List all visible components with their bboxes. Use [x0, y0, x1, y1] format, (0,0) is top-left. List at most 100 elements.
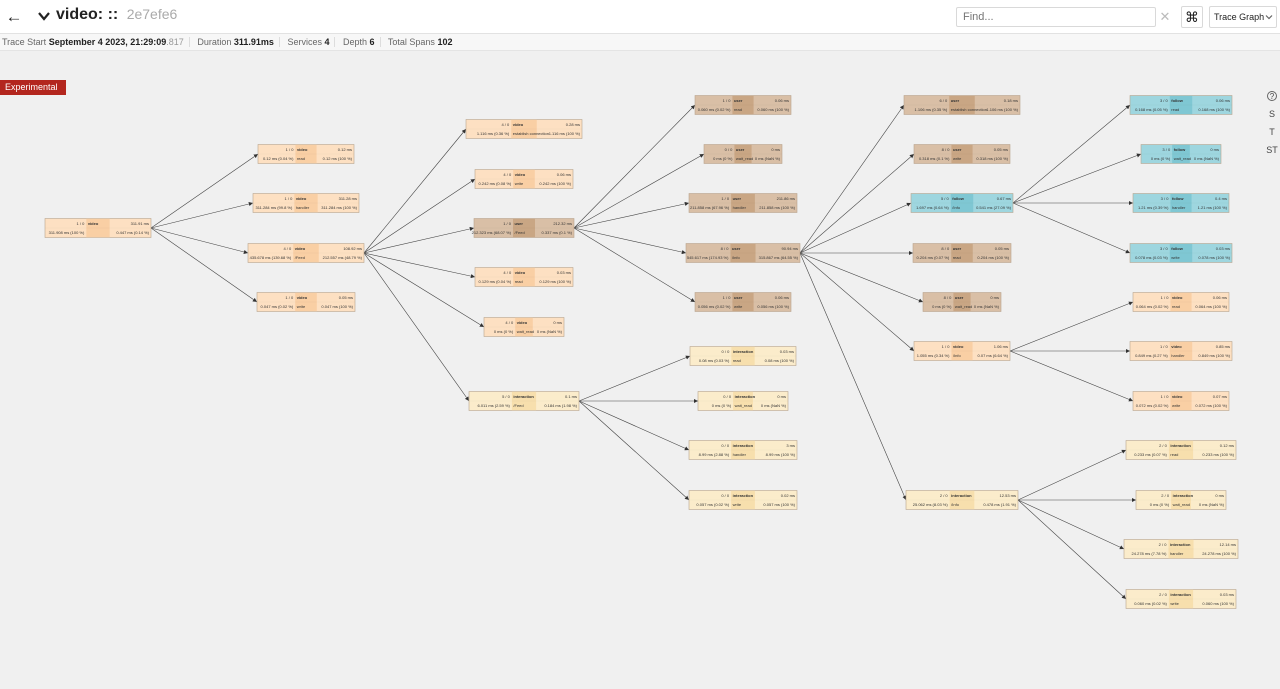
graph-edge [1012, 104, 1131, 204]
span-node-user[interactable]: 8 / 0 user 0.05 ms 0.318 ms (0.1 %) write 0.3… [913, 144, 1011, 164]
span-node-interaction[interactable]: 2 / 0 interaction 0.03 ms 0.060 ms (0.02 %)… [1125, 589, 1237, 609]
graph-edge [573, 227, 696, 303]
graph-edge [363, 252, 485, 328]
span-operation: write [1170, 601, 1179, 606]
trace-graph[interactable]: 1 / 0 video 311.91 ms311.908 ms (100 %) 0.4… [0, 51, 1280, 689]
span-self-time: 0.129 ms (100 %) [539, 279, 571, 284]
span-total-time: 0.057 ms (0.02 %) [696, 502, 729, 507]
trace-id: 2e7efe6 [126, 6, 178, 22]
span-node-video[interactable]: 1 / 0 video 0.06 ms 0.064 ms (0.02 %) read 0.… [1132, 292, 1230, 312]
span-count: 5 / 0 [502, 394, 511, 399]
span-node-follow[interactable]: 3 / 0 follow 0.4 ms 1.21 ms (0.39 %) handler… [1132, 193, 1230, 213]
span-node-video[interactable]: 1 / 0 video 0.07 ms 0.072 ms (0.02 %) write 0… [1132, 391, 1230, 411]
trace-title: video: :: 2e7efe6 [56, 6, 177, 24]
span-node-video[interactable]: 1 / 0 video 0.85 ms 0.849 ms (0.27 %) handle… [1129, 341, 1233, 361]
span-count: 1 / 0 [286, 147, 295, 152]
span-total-time: 0.849 ms (0.27 %) [1135, 353, 1168, 358]
span-count: 4 / 0 [501, 122, 510, 127]
span-node-follow[interactable]: 3 / 0 follow 0.06 ms 0.168 ms (0.05 %) read 0… [1129, 95, 1233, 115]
span-node-user[interactable]: 8 / 0 user 90.94 ms 545.617 ms (174.93 %)/I… [685, 243, 801, 263]
span-operation: read [953, 255, 961, 260]
chevron-down-icon [1265, 15, 1273, 20]
span-node-video[interactable]: 4 / 0 video 0.28 ms 1.116 ms (0.36 %) establ… [465, 119, 583, 139]
span-node-interaction[interactable]: 0 / 0 interaction 0 ms 0 ms (0 %) wait_read 0… [697, 391, 789, 411]
span-total-time: 24.278 ms (7.78 %) [1132, 551, 1168, 556]
span-self-time: 0 ms (NaN %) [1194, 156, 1220, 161]
graph-edge [1009, 301, 1134, 352]
span-node-user[interactable]: 1 / 0 user 0.06 ms 0.060 ms (0.02 %) read 0.0… [694, 95, 792, 115]
arrow-left-icon[interactable]: ← [4, 6, 24, 28]
span-self-time: 8.99 ms (100 %) [766, 452, 796, 457]
span-self-time: 0.057 ms (100 %) [763, 502, 795, 507]
span-self-time: 0.078 ms (100 %) [1198, 255, 1230, 260]
span-node-interaction[interactable]: 0 / 0 interaction 3 ms 8.99 ms (2.88 %) hand… [688, 440, 798, 460]
span-node-video[interactable]: 1 / 0 video 311.28 ms 311.284 ms (99.8 %) ha… [252, 193, 360, 213]
span-service: follow [1171, 246, 1183, 251]
span-count: 0 / 0 [721, 493, 730, 498]
span-time: 0 ms [771, 147, 780, 152]
span-time: 0.18 ms [1004, 98, 1018, 103]
span-node-interaction[interactable]: 2 / 0 interaction 12.53 ms 25.062 ms (8.03 … [905, 490, 1019, 510]
span-node-interaction[interactable]: 2 / 0 interaction 0 ms 0 ms (0 %) wait_read 0… [1135, 490, 1227, 510]
find-input[interactable] [956, 7, 1156, 27]
span-node-follow[interactable]: 3 / 0 follow 0 ms 0 ms (0 %) wait_read 0 ms (… [1140, 144, 1222, 164]
span-service: user [736, 147, 745, 152]
span-node-video[interactable]: 1 / 0 video 311.91 ms 311.908 ms (100 %) 0.4… [44, 218, 152, 238]
span-node-interaction[interactable]: 0 / 0 interaction 0.03 ms 0.08 ms (0.03 %) r… [689, 346, 797, 366]
span-node-video[interactable]: 4 / 0 video 108.92 ms 435.678 ms (139.68 %)… [247, 243, 365, 263]
graph-edge [1017, 449, 1127, 501]
span-total-time: 311.284 ms (99.8 %) [255, 205, 293, 210]
span-node-video[interactable]: 1 / 0 video 0.05 ms 0.047 ms (0.02 %) write 0… [256, 292, 356, 312]
span-node-user[interactable]: 6 / 0 user 0.18 ms 1.106 ms (0.35 %) establi… [903, 95, 1021, 115]
span-operation: read [733, 358, 741, 363]
span-node-video[interactable]: 1 / 0 video 1.06 ms 1.055 ms (0.34 %)/Info 0… [913, 341, 1011, 361]
span-time: 212.32 ms [553, 221, 572, 226]
span-operation: /Feed [515, 230, 525, 235]
span-time: 0.06 ms [1213, 295, 1227, 300]
chevron-down-icon[interactable] [36, 8, 52, 24]
span-node-video[interactable]: 4 / 0 video 0 ms 0 ms (0 %) wait_read 0 ms (N… [483, 317, 565, 337]
graph-edge [578, 400, 690, 501]
span-time: 1.06 ms [994, 344, 1008, 349]
span-operation: establish connection [513, 131, 549, 136]
span-node-video[interactable]: 4 / 0 video 0.06 ms 0.242 ms (0.08 %) write 0… [474, 169, 574, 189]
span-node-user[interactable]: 1 / 0 user 0.06 ms 0.056 ms (0.02 %) write 0.… [694, 292, 792, 312]
span-operation: read [1170, 452, 1178, 457]
span-node-user[interactable]: 8 / 0 user 0.05 ms 0.204 ms (0.07 %) read 0.2… [912, 243, 1012, 263]
span-node-user[interactable]: 8 / 0 user 0 ms 0 ms (0 %) wait_read 0 ms (Na… [922, 292, 1002, 312]
span-node-interaction[interactable]: 5 / 0 interaction 0.1 ms 6.011 ms (2.59 %) /… [468, 391, 580, 411]
span-count: 2 / 0 [1159, 592, 1168, 597]
span-node-follow[interactable]: 5 / 0 follow 0.67 ms 1.697 ms (0.64 %)/Info… [910, 193, 1014, 213]
span-count: 4 / 0 [283, 246, 292, 251]
span-node-follow[interactable]: 3 / 0 follow 0.03 ms 0.078 ms (0.03 %) write… [1129, 243, 1233, 263]
span-node-interaction[interactable]: 2 / 0 interaction 0.12 ms 0.233 ms (0.07 %)… [1125, 440, 1237, 460]
span-node-video[interactable]: 4 / 0 video 0.03 ms 0.129 ms (0.04 %) read 0.… [474, 267, 574, 287]
span-total-time: 0.318 ms (0.1 %) [919, 156, 950, 161]
span-operation: write [734, 304, 743, 309]
span-service: video [1172, 394, 1183, 399]
span-total-time: 0.129 ms (0.04 %) [479, 279, 512, 284]
span-operation: wait_read [736, 156, 753, 161]
span-node-interaction[interactable]: 0 / 0 interaction 0.02 ms 0.057 ms (0.02 %)… [688, 490, 798, 510]
span-count: 8 / 0 [944, 295, 953, 300]
span-node-interaction[interactable]: 2 / 0 interaction 12.14 ms 24.278 ms (7.78 … [1123, 539, 1239, 559]
span-operation: handler [733, 452, 747, 457]
span-total-time: 311.908 ms (100 %) [49, 230, 85, 235]
span-node-user[interactable]: 1 / 0 user 211.86 ms 211.858 ms (67.96 %) ha… [688, 193, 798, 213]
span-service: follow [1172, 196, 1184, 201]
command-key-icon[interactable]: ⌘ [1181, 6, 1203, 28]
span-service: video [88, 221, 99, 226]
span-operation: read [1172, 304, 1180, 309]
span-operation: handler [733, 205, 747, 210]
span-self-time: 311.284 ms (100 %) [321, 205, 357, 210]
close-icon[interactable]: ✕ [1158, 7, 1172, 27]
span-total-time: 545.617 ms (174.93 %) [687, 255, 729, 260]
span-node-video[interactable]: 1 / 0 video 0.12 ms 0.12 ms (0.04 %) read 0.1… [257, 144, 355, 164]
span-total-time: 6.011 ms (2.59 %) [478, 403, 511, 408]
span-self-time: 0.072 ms (100 %) [1195, 403, 1227, 408]
view-mode-select[interactable]: Trace Graph [1209, 6, 1277, 28]
span-node-user[interactable]: 1 / 0 user 212.32 ms 212.323 ms (68.07 %)/F… [472, 218, 575, 238]
span-total-time: 0.12 ms (0.04 %) [263, 156, 294, 161]
span-operation: /Info [732, 255, 741, 260]
span-node-user[interactable]: 0 / 0 user 0 ms 0 ms (0 %) wait_read 0 ms (Na… [703, 144, 783, 164]
